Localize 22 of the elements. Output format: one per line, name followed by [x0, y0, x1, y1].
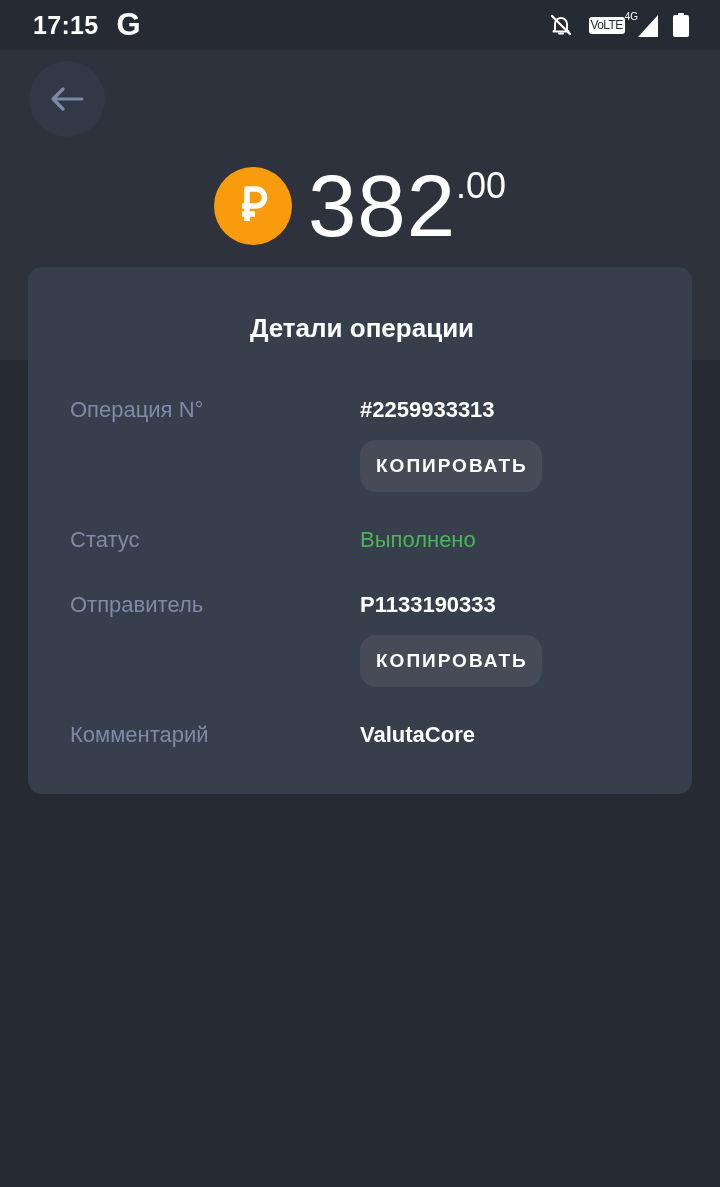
status-value: Выполнено	[360, 526, 476, 554]
detail-value: ValutaCore	[360, 721, 475, 749]
amount-fraction: .00	[456, 168, 507, 204]
detail-label: Статус	[70, 526, 141, 554]
detail-value: P1133190333	[360, 591, 496, 619]
status-time: 17:15	[33, 10, 99, 40]
network-type-label: 4G	[624, 12, 638, 22]
amount-value: 382	[307, 162, 457, 250]
app-notification-letter: G	[116, 8, 141, 42]
back-arrow-icon	[50, 87, 84, 111]
detail-label: Комментарий	[70, 721, 210, 749]
copy-button[interactable]: КОПИРОВАТЬ	[360, 635, 542, 687]
copy-button[interactable]: КОПИРОВАТЬ	[360, 440, 542, 492]
signal-icon	[638, 15, 658, 37]
detail-label: Отправитель	[70, 591, 205, 619]
detail-label: Операция N°	[70, 396, 205, 424]
notifications-off-icon	[548, 13, 573, 37]
battery-icon	[673, 13, 689, 37]
ruble-coin-icon	[213, 167, 292, 245]
detail-value: #2259933313	[360, 396, 495, 424]
card-title: Детали операции	[248, 312, 476, 344]
volte-badge: VoLTE	[588, 17, 625, 34]
